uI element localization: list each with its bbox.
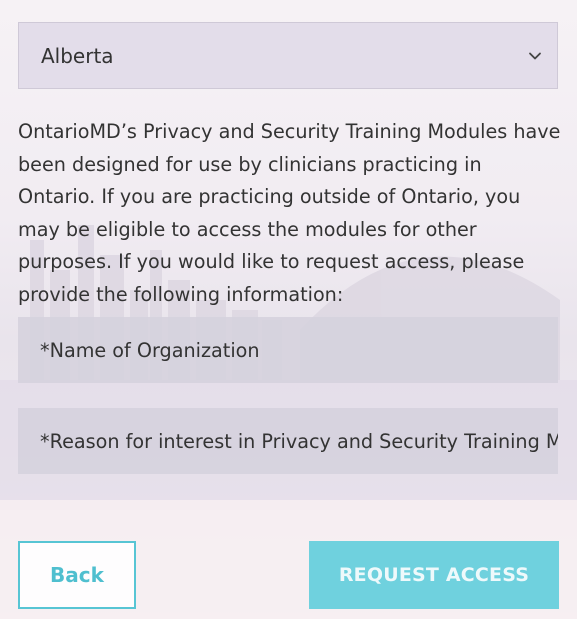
reason-for-interest-input[interactable]: *Reason for interest in Privacy and Secu… [18,408,558,474]
province-select[interactable]: Alberta [18,22,558,89]
eligibility-description: OntarioMD’s Privacy and Security Trainin… [18,120,561,306]
organization-name-input[interactable]: *Name of Organization [18,317,558,383]
back-button[interactable]: Back [18,541,136,609]
access-request-form: Alberta OntarioMD’s Privacy and Security… [0,0,577,619]
organization-name-placeholder: *Name of Organization [40,338,260,362]
request-access-button[interactable]: REQUEST ACCESS [309,541,559,609]
reason-for-interest-placeholder: *Reason for interest in Privacy and Secu… [40,429,558,453]
province-select-value: Alberta [41,43,114,68]
chevron-down-icon [529,52,541,60]
